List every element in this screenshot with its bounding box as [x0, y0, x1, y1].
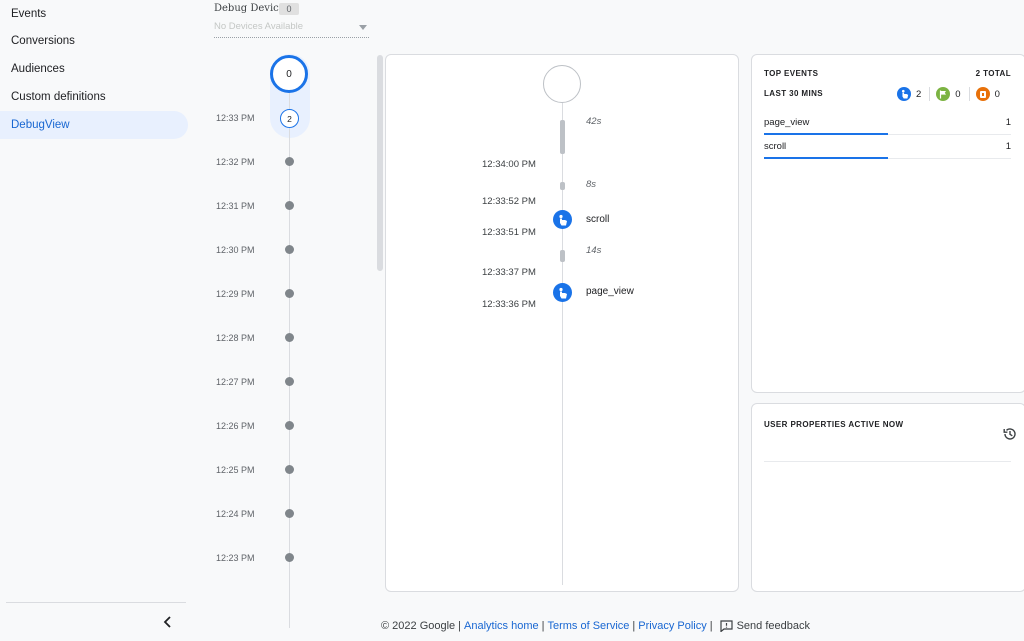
count-separator — [929, 87, 931, 101]
event-marker-scroll[interactable] — [553, 210, 572, 229]
minute-label: 12:23 PM — [216, 553, 255, 563]
selected-minute-circle[interactable]: 2 — [280, 109, 299, 128]
footer: © 2022 Google | Analytics home | Terms o… — [381, 620, 810, 632]
gap-bar — [560, 120, 565, 154]
footer-link-analytics-home[interactable]: Analytics home — [464, 620, 539, 632]
minute-dot[interactable] — [285, 465, 294, 474]
event-time-label: 12:33:51 PM — [482, 227, 536, 238]
user-property-count-value: 0 — [994, 88, 1000, 100]
user-properties-divider — [764, 461, 1011, 462]
debug-device-select[interactable]: No Devices Available — [214, 18, 369, 38]
footer-separator: | — [632, 620, 636, 632]
minute-dot[interactable] — [285, 245, 294, 254]
event-time-label: 12:34:00 PM — [482, 159, 536, 170]
touch-icon — [897, 87, 911, 101]
touch-icon — [559, 214, 567, 225]
sidebar: Events Conversions Audiences Custom defi… — [0, 0, 196, 641]
sidebar-item-conversions[interactable]: Conversions — [0, 27, 188, 55]
sidebar-item-custom-definitions[interactable]: Custom definitions — [0, 83, 188, 111]
minutes-scrollbar[interactable] — [377, 55, 383, 271]
feedback-icon — [719, 620, 733, 632]
send-feedback-label: Send feedback — [736, 620, 810, 632]
minute-dot[interactable] — [285, 421, 294, 430]
minute-label: 12:31 PM — [216, 201, 255, 211]
top-event-count: 1 — [1005, 141, 1011, 152]
minute-label: 12:25 PM — [216, 465, 255, 475]
send-feedback-button[interactable]: Send feedback — [719, 620, 810, 632]
user-icon — [975, 87, 990, 101]
minute-dot[interactable] — [285, 333, 294, 342]
chevron-left-icon — [163, 616, 171, 628]
top-event-share-bar — [764, 133, 888, 135]
top-events-total: 2 TOTAL — [975, 69, 1011, 78]
history-button[interactable] — [1002, 426, 1018, 442]
minute-dot[interactable] — [285, 157, 294, 166]
seconds-stream-card: 42s 12:34:00 PM 8s 12:33:52 PM scroll 12… — [385, 54, 739, 592]
minute-dot[interactable] — [285, 509, 294, 518]
caret-down-icon — [359, 25, 367, 30]
top-event-name: scroll — [764, 141, 787, 152]
debug-device-count-badge: 0 — [279, 3, 299, 15]
event-time-label: 12:33:52 PM — [482, 196, 536, 207]
collapse-sidebar-button[interactable] — [158, 612, 178, 632]
gap-duration-label: 42s — [586, 116, 602, 127]
gap-duration-label: 8s — [586, 179, 597, 190]
gap-bar — [560, 250, 565, 262]
user-properties-card: USER PROPERTIES ACTIVE NOW — [751, 403, 1024, 592]
history-icon — [1003, 428, 1016, 440]
top-events-range: LAST 30 MINS — [764, 89, 824, 98]
footer-separator: | — [458, 620, 462, 632]
event-time-label: 12:33:36 PM — [482, 299, 536, 310]
gap-bar — [560, 182, 565, 190]
flag-icon — [936, 87, 951, 101]
user-properties-title: USER PROPERTIES ACTIVE NOW — [764, 420, 904, 429]
footer-link-terms[interactable]: Terms of Service — [547, 620, 629, 632]
minute-label: 12:30 PM — [216, 245, 255, 255]
sidebar-item-debugview[interactable]: DebugView — [0, 111, 188, 139]
event-count-value: 2 — [916, 88, 922, 100]
top-event-row[interactable]: scroll 1 — [764, 137, 1011, 159]
conversion-count-value: 0 — [955, 88, 961, 100]
event-name-scroll[interactable]: scroll — [586, 214, 609, 225]
event-marker-page-view[interactable] — [553, 283, 572, 302]
top-event-count: 1 — [1005, 117, 1011, 128]
footer-copyright: © 2022 Google — [381, 620, 456, 632]
gap-duration-label: 14s — [586, 245, 602, 256]
minute-dot[interactable] — [285, 553, 294, 562]
seconds-timeline-line — [562, 101, 563, 585]
footer-link-privacy[interactable]: Privacy Policy — [638, 620, 706, 632]
seconds-top-circle — [543, 65, 581, 103]
minute-label: 12:24 PM — [216, 509, 255, 519]
touch-icon — [559, 287, 567, 298]
event-type-counts: 2 0 0 — [897, 86, 1008, 102]
count-separator — [968, 87, 970, 101]
top-event-row[interactable]: page_view 1 — [764, 113, 1011, 135]
minute-dot[interactable] — [285, 201, 294, 210]
top-events-card: TOP EVENTS 2 TOTAL LAST 30 MINS 2 0 0 pa… — [751, 54, 1024, 393]
top-event-name: page_view — [764, 117, 810, 128]
sidebar-divider — [6, 602, 186, 603]
debug-device-placeholder: No Devices Available — [214, 21, 304, 32]
footer-separator: | — [709, 620, 713, 632]
event-time-label: 12:33:37 PM — [482, 267, 536, 278]
minute-label: 12:27 PM — [216, 377, 255, 387]
sidebar-item-events[interactable]: Events — [0, 0, 188, 28]
minute-label: 12:29 PM — [216, 289, 255, 299]
minutes-timeline-line — [289, 88, 290, 628]
minute-label: 12:26 PM — [216, 421, 255, 431]
sidebar-item-audiences[interactable]: Audiences — [0, 55, 188, 83]
top-events-title: TOP EVENTS — [764, 69, 819, 78]
debug-device-label: Debug Device — [214, 3, 285, 14]
minute-dot[interactable] — [285, 289, 294, 298]
minute-label: 12:32 PM — [216, 157, 255, 167]
minute-label: 12:33 PM — [216, 113, 255, 123]
minutes-timeline: 0 2 12:33 PM 12:32 PM 12:31 PM 12:30 PM … — [200, 48, 370, 628]
current-minute-circle[interactable]: 0 — [270, 55, 308, 93]
top-event-share-bar — [764, 157, 888, 159]
footer-separator: | — [541, 620, 545, 632]
minute-dot[interactable] — [285, 377, 294, 386]
minute-label: 12:28 PM — [216, 333, 255, 343]
event-name-page-view[interactable]: page_view — [586, 286, 634, 297]
